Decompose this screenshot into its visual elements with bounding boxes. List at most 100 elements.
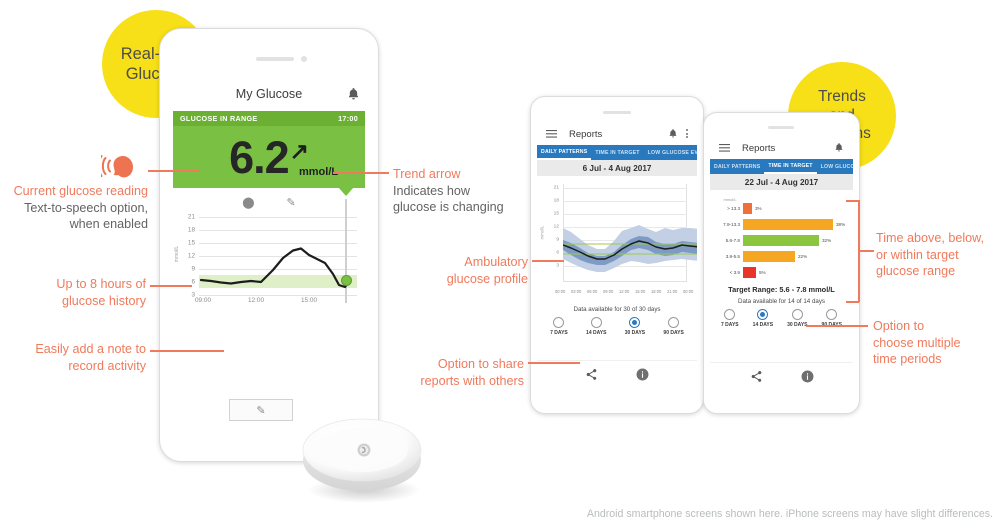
y-tick: 12 — [187, 252, 195, 260]
bar-segment — [743, 203, 752, 215]
hamburger-icon[interactable] — [719, 144, 730, 152]
text-to-speech-icon — [101, 155, 133, 178]
date-range-label: 22 Jul - 4 Aug 2017 — [710, 174, 853, 190]
phone1-appbar: My Glucose — [167, 81, 371, 107]
trend-arrow-icon: ↗ — [289, 137, 309, 164]
ambulatory-glucose-profile-chart: mmol/L 21 18 15 12 9 6 3 00:00 03:00 06:… — [539, 184, 697, 294]
tab-time-in-target[interactable]: TIME IN TARGET — [591, 150, 643, 156]
annotation-line2: glucose profile — [446, 271, 528, 286]
y-tick: 18 — [187, 226, 195, 234]
tab-daily-patterns[interactable]: DAILY PATTERNS — [537, 145, 592, 160]
bell-icon[interactable] — [669, 129, 677, 138]
period-label: 7 DAYS — [550, 330, 568, 336]
annotation-time-in-target: Time above, below, or within target gluc… — [876, 230, 1006, 280]
phone-speaker — [768, 126, 794, 129]
radio-icon[interactable] — [553, 317, 565, 328]
chart-y-axis-title: mmol/L — [174, 245, 181, 263]
bar-row: < 3.9 5% — [714, 266, 849, 279]
annotation-trend-arrow: Trend arrow Indicates how glucose is cha… — [393, 166, 543, 216]
period-option-30-days[interactable]: 30 DAYS — [625, 317, 645, 336]
card-pointer — [338, 187, 354, 196]
info-icon[interactable] — [636, 368, 649, 381]
bracket-tip — [846, 200, 859, 202]
bell-icon[interactable] — [835, 143, 843, 152]
food-icon[interactable]: ⬤ — [242, 196, 254, 209]
y-tick: 3 — [191, 291, 195, 299]
y-tick: 12 — [553, 224, 559, 230]
tab-daily-patterns[interactable]: DAILY PATTERNS — [710, 164, 764, 170]
period-label: 90 DAYS — [663, 330, 684, 336]
leader-line — [532, 260, 564, 262]
y-tick: 21 — [187, 213, 195, 221]
annotation-line1: Option to share — [437, 357, 524, 371]
bar-segment — [743, 251, 795, 263]
agp-percentile-bands — [563, 225, 697, 272]
x-tick: 15:00 — [301, 297, 317, 304]
annotation-agp: Ambulatory glucose profile — [390, 254, 528, 287]
radio-icon-selected[interactable] — [629, 317, 641, 328]
phone3-screen: Reports DAILY PATTERNS TIME IN TARGET LO… — [710, 137, 853, 389]
data-availability-label: Data available for 14 of 14 days — [737, 298, 826, 306]
bar-category-label: > 13.3 — [727, 206, 740, 212]
annotation-sub-line1: Indicates how — [393, 183, 471, 198]
report-tabs: DAILY PATTERNS TIME IN TARGET LOW GLUCOS… — [537, 145, 697, 160]
period-label: 30 DAYS — [787, 322, 808, 329]
glucose-reading-card[interactable]: GLUCOSE IN RANGE 17:00 6.2 ↗ mmol/L — [173, 111, 365, 196]
phone-speaker — [256, 57, 294, 61]
y-tick: 18 — [553, 198, 559, 204]
y-tick: 3 — [556, 263, 559, 269]
bell-icon[interactable] — [348, 88, 359, 100]
glucose-event-icons: ⬤ ✎ — [167, 196, 371, 209]
period-label: 14 DAYS — [752, 322, 774, 329]
share-icon[interactable] — [585, 368, 598, 381]
glucose-trace-line — [199, 247, 351, 289]
annotation-history: Up to 8 hours of glucose history — [0, 276, 146, 309]
footnote-text: Android smartphone screens shown here. i… — [586, 508, 993, 520]
period-option-30-days[interactable]: 30 DAYS — [787, 309, 808, 329]
leader-line — [528, 362, 580, 364]
leader-line — [858, 250, 874, 252]
kebab-menu-icon[interactable] — [686, 129, 688, 140]
radio-icon[interactable] — [668, 317, 680, 328]
phone2-bottom-bar — [537, 360, 697, 387]
phone-speaker — [603, 111, 631, 114]
bar-row: 7.9-13.3 38% — [714, 218, 849, 231]
radio-icon[interactable] — [791, 309, 803, 321]
chart-y-axis-title: mmol/L — [539, 225, 545, 240]
share-icon[interactable] — [750, 370, 763, 383]
annotation-line1: Time above, below, — [876, 231, 985, 245]
bar-value-label: 38% — [836, 222, 846, 228]
tab-low-glucose-events[interactable]: LOW GLUCOSE EVE — [817, 164, 853, 170]
period-option-7-days[interactable]: 7 DAYS — [550, 317, 568, 336]
data-availability-label: Data available for 30 of 30 days — [573, 306, 661, 313]
glucose-value: 6.2 — [229, 131, 290, 183]
hamburger-icon[interactable] — [546, 130, 557, 138]
radio-icon[interactable] — [724, 309, 736, 321]
x-tick: 12:00 — [248, 297, 264, 304]
annotation-note: Easily add a note to record activity — [0, 341, 146, 374]
add-note-button[interactable]: ✎ — [229, 399, 293, 421]
annotation-title: Current glucose reading — [13, 184, 148, 198]
annotation-line3: glucose range — [876, 264, 956, 279]
bar-category-label: 3.9-5.5 — [725, 254, 740, 260]
period-option-90-days[interactable]: 90 DAYS — [663, 317, 684, 336]
period-option-14-days[interactable]: 14 DAYS — [753, 309, 773, 328]
glucose-sensor-image — [302, 418, 422, 503]
info-icon[interactable] — [801, 370, 814, 383]
y-tick: 9 — [556, 237, 559, 243]
period-option-14-days[interactable]: 14 DAYS — [586, 317, 606, 336]
tab-time-in-target[interactable]: TIME IN TARGET — [764, 159, 817, 174]
x-tick: 18:00 — [651, 289, 662, 294]
tab-low-glucose-events[interactable]: LOW GLUCOSE EVE — [644, 150, 697, 156]
radio-icon-selected[interactable] — [757, 309, 769, 321]
leader-line — [806, 325, 868, 327]
annotation-share: Option to share reports with others — [382, 356, 524, 389]
period-option-7-days[interactable]: 7 DAYS — [721, 309, 739, 328]
leader-line — [333, 172, 389, 174]
radio-icon[interactable] — [590, 317, 602, 328]
radio-icon[interactable] — [826, 309, 838, 321]
x-tick: 15:00 — [635, 289, 646, 294]
annotation-sub-line1: Text-to-speech option, — [24, 200, 148, 215]
pencil-icon[interactable]: ✎ — [287, 196, 296, 209]
time-in-target-bar-chart: mmol/L > 13.3 3% 7.9-13.3 38% 5.6-7.8 32… — [714, 197, 849, 279]
